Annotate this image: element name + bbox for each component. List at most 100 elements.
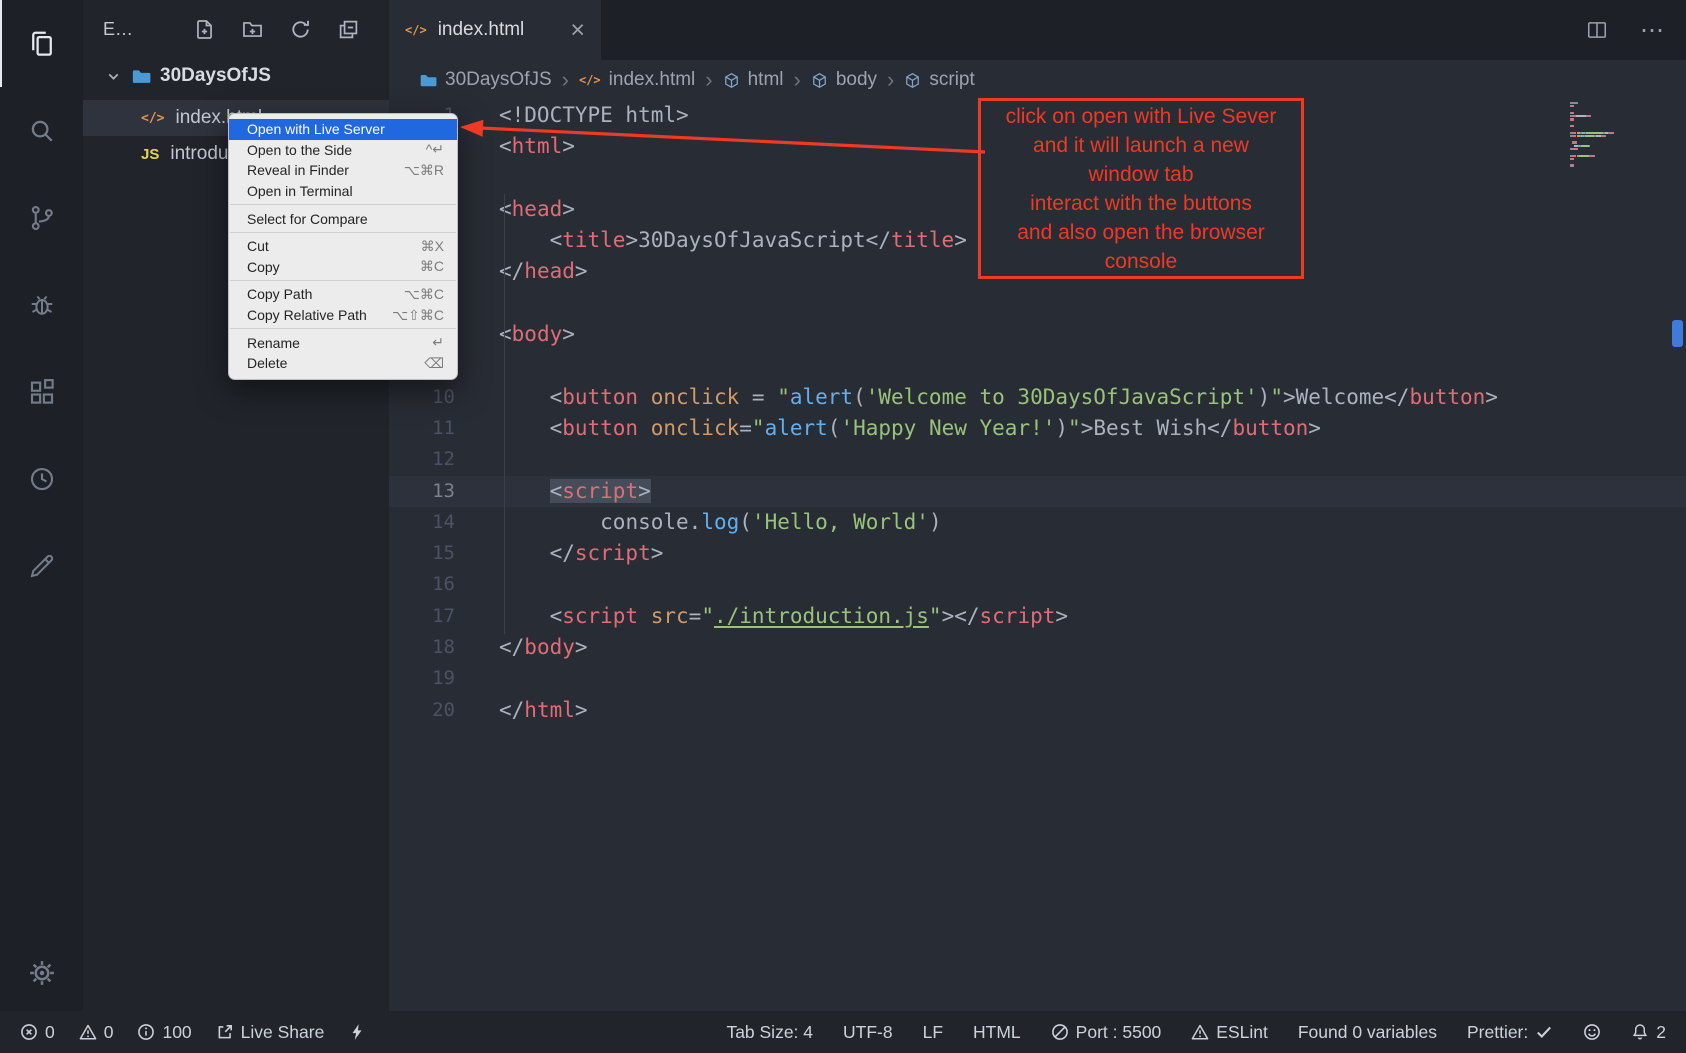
code-text: <body> <box>455 319 575 350</box>
menu-item-copy-relative-path[interactable]: Copy Relative Path⌥⇧⌘C <box>229 305 457 326</box>
symbol-icon <box>811 72 828 89</box>
code-line-20[interactable]: 20</html> <box>389 695 1686 726</box>
menu-item-cut[interactable]: Cut⌘X <box>229 236 457 257</box>
status-2[interactable]: 2 <box>1631 1022 1666 1043</box>
timeline-clock-icon[interactable] <box>0 435 83 522</box>
code-line-15[interactable]: 15 </script> <box>389 538 1686 569</box>
menu-item-open-in-terminal[interactable]: Open in Terminal <box>229 181 457 202</box>
status-0[interactable]: 0 <box>79 1022 114 1043</box>
menu-shortcut: ⌥⌘C <box>404 286 444 303</box>
line-number[interactable]: 11 <box>389 413 455 444</box>
breadcrumb-item-body[interactable]: body <box>811 69 877 91</box>
menu-item-open-with-live-server[interactable]: Open with Live Server <box>229 119 457 140</box>
settings-gear-icon[interactable] <box>0 935 83 1011</box>
menu-shortcut: ^↵ <box>426 141 444 158</box>
breadcrumb-item-html[interactable]: html <box>723 69 784 91</box>
symbol-icon <box>904 72 921 89</box>
menu-item-open-to-the-side[interactable]: Open to the Side^↵ <box>229 140 457 161</box>
line-number[interactable]: 19 <box>389 663 455 694</box>
menu-separator <box>230 328 456 329</box>
source-control-icon[interactable] <box>0 174 83 261</box>
menu-item-rename[interactable]: Rename↵ <box>229 332 457 353</box>
code-line-8[interactable]: 8<body> <box>389 319 1686 350</box>
more-actions-icon[interactable]: ⋯ <box>1640 16 1666 45</box>
debug-icon[interactable] <box>0 261 83 348</box>
annotation-line: window tab <box>981 160 1301 189</box>
menu-item-select-for-compare[interactable]: Select for Compare <box>229 208 457 229</box>
split-editor-icon[interactable] <box>1586 19 1608 41</box>
status-port-5500[interactable]: Port : 5500 <box>1051 1022 1162 1043</box>
breadcrumb-separator: › <box>562 67 569 93</box>
tab-index-html[interactable]: </> index.html × <box>389 0 601 60</box>
new-file-icon[interactable] <box>194 19 215 40</box>
menu-item-reveal-in-finder[interactable]: Reveal in Finder⌥⌘R <box>229 160 457 181</box>
line-number[interactable]: 15 <box>389 538 455 569</box>
explorer-icon[interactable] <box>0 0 83 87</box>
minimap-line <box>1570 155 1670 157</box>
code-text: <head> <box>455 194 575 225</box>
code-line-11[interactable]: 11 <button onclick="alert('Happy New Yea… <box>389 413 1686 444</box>
new-folder-icon[interactable] <box>242 19 263 40</box>
status-lf[interactable]: LF <box>923 1022 943 1043</box>
minimap-line <box>1570 112 1670 114</box>
close-icon[interactable]: × <box>570 18 585 43</box>
code-text: <title>30DaysOfJavaScript</title> <box>455 225 967 256</box>
code-line-9[interactable]: 9 <box>389 350 1686 381</box>
menu-item-copy[interactable]: Copy⌘C <box>229 257 457 278</box>
line-number[interactable]: 14 <box>389 507 455 538</box>
status-tab-size-4[interactable]: Tab Size: 4 <box>726 1022 813 1043</box>
context-menu: Open with Live ServerOpen to the Side^↵R… <box>228 113 458 380</box>
status-live-share[interactable]: Live Share <box>216 1022 325 1043</box>
line-number[interactable]: 20 <box>389 695 455 726</box>
code-line-18[interactable]: 18</body> <box>389 632 1686 663</box>
minimap-line <box>1570 141 1670 143</box>
code-line-10[interactable]: 10 <button onclick = "alert('Welcome to … <box>389 382 1686 413</box>
status-prettier[interactable]: Prettier: <box>1467 1022 1553 1043</box>
minimap-line <box>1570 135 1670 137</box>
code-text: <script src="./introduction.js"></script… <box>455 601 1068 632</box>
code-line-17[interactable]: 17 <script src="./introduction.js"></scr… <box>389 601 1686 632</box>
line-number[interactable]: 17 <box>389 601 455 632</box>
minimap-line <box>1570 125 1670 127</box>
collapse-all-icon[interactable] <box>338 19 359 40</box>
code-text: <button onclick="alert('Happy New Year!'… <box>455 413 1321 444</box>
status-0[interactable]: 0 <box>20 1022 55 1043</box>
extensions-icon[interactable] <box>0 348 83 435</box>
line-number[interactable]: 18 <box>389 632 455 663</box>
code-line-14[interactable]: 14 console.log('Hello, World') <box>389 507 1686 538</box>
status-utf-8[interactable]: UTF-8 <box>843 1022 893 1043</box>
refresh-icon[interactable] <box>290 19 311 40</box>
status-eslint[interactable]: ESLint <box>1191 1022 1268 1043</box>
code-line-13[interactable]: 13 <script> <box>389 476 1686 507</box>
status-lightning[interactable] <box>348 1023 366 1041</box>
line-number[interactable]: 16 <box>389 569 455 600</box>
annotation-line: interact with the buttons <box>981 189 1301 218</box>
code-line-7[interactable]: 7 <box>389 288 1686 319</box>
search-icon[interactable] <box>0 87 83 174</box>
breadcrumb-item-30daysofjs[interactable]: 30DaysOfJS <box>419 69 552 91</box>
status-100[interactable]: 100 <box>137 1022 191 1043</box>
minimap-line <box>1570 132 1670 134</box>
code-line-16[interactable]: 16 <box>389 569 1686 600</box>
line-number[interactable]: 10 <box>389 382 455 413</box>
folder-section-30daysofjs[interactable]: 30DaysOfJS <box>83 58 389 94</box>
status-html[interactable]: HTML <box>973 1022 1021 1043</box>
code-line-19[interactable]: 19 <box>389 663 1686 694</box>
breadcrumb-item-index-html[interactable]: </>index.html <box>579 69 695 91</box>
breadcrumb: 30DaysOfJS›</>index.html›html›body›scrip… <box>389 60 1686 100</box>
menu-item-delete[interactable]: Delete⌫ <box>229 353 457 374</box>
code-line-12[interactable]: 12 <box>389 444 1686 475</box>
line-number[interactable]: 12 <box>389 444 455 475</box>
minimap-line <box>1570 122 1670 124</box>
minimap[interactable] <box>1570 102 1670 168</box>
menu-shortcut: ↵ <box>432 334 444 351</box>
status-smiley[interactable] <box>1583 1023 1601 1041</box>
edit-pen-icon[interactable] <box>0 522 83 609</box>
line-number[interactable]: 13 <box>389 476 455 507</box>
breadcrumb-item-script[interactable]: script <box>904 69 974 91</box>
status-found-0-variables[interactable]: Found 0 variables <box>1298 1022 1437 1043</box>
menu-separator <box>230 232 456 233</box>
menu-item-copy-path[interactable]: Copy Path⌥⌘C <box>229 284 457 305</box>
status-label: Prettier: <box>1467 1022 1528 1043</box>
error-circle-icon <box>20 1023 38 1041</box>
